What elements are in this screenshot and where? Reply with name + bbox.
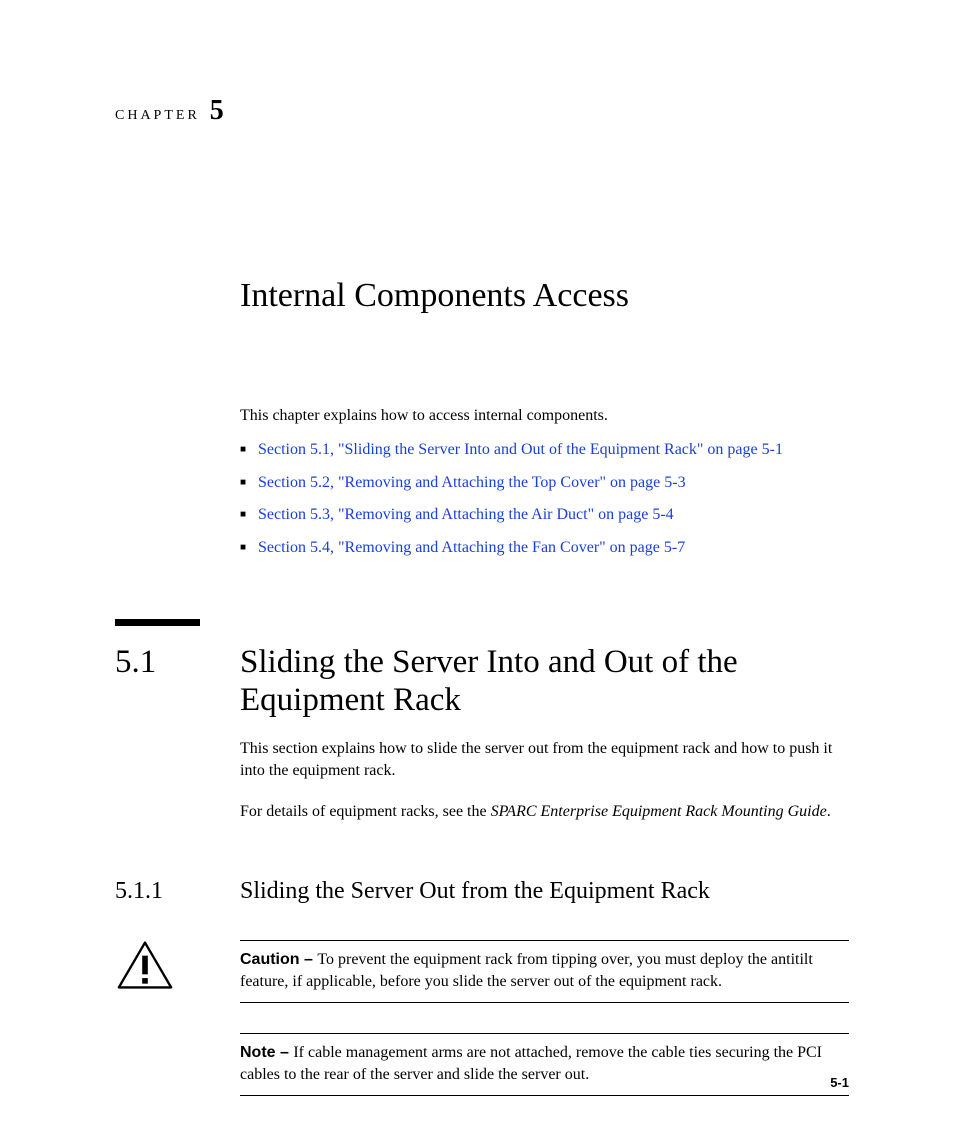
page-number: 5-1 bbox=[830, 1075, 849, 1090]
section-title: Sliding the Server Into and Out of the E… bbox=[240, 644, 849, 720]
chapter-heading-line: CHAPTER 5 bbox=[115, 95, 849, 127]
section-paragraph-2: For details of equipment racks, see the … bbox=[240, 801, 849, 823]
caution-row: Caution – To prevent the equipment rack … bbox=[115, 940, 849, 1003]
caution-label: Caution – bbox=[240, 951, 317, 968]
chapter-intro: This chapter explains how to access inte… bbox=[240, 405, 849, 427]
subsection-heading-row: 5.1.1 Sliding the Server Out from the Eq… bbox=[115, 878, 849, 905]
p2-italic: SPARC Enterprise Equipment Rack Mounting… bbox=[491, 803, 827, 820]
section-rule bbox=[115, 619, 200, 626]
p2-pre: For details of equipment racks, see the bbox=[240, 803, 491, 820]
note-box: Note – If cable management arms are not … bbox=[240, 1033, 849, 1096]
toc-item: Section 5.3, "Removing and Attaching the… bbox=[240, 504, 849, 526]
caution-icon-wrap bbox=[115, 940, 240, 990]
caution-box: Caution – To prevent the equipment rack … bbox=[240, 940, 849, 1003]
chapter-number: 5 bbox=[210, 95, 224, 127]
chapter-label: CHAPTER bbox=[115, 108, 200, 124]
subsection-number: 5.1.1 bbox=[115, 878, 240, 905]
page-container: CHAPTER 5 Internal Components Access Thi… bbox=[0, 0, 954, 1096]
toc-link-5-2[interactable]: Section 5.2, "Removing and Attaching the… bbox=[258, 474, 686, 491]
toc-item: Section 5.4, "Removing and Attaching the… bbox=[240, 537, 849, 559]
note-text: If cable management arms are not attache… bbox=[240, 1044, 822, 1083]
toc-link-5-3[interactable]: Section 5.3, "Removing and Attaching the… bbox=[258, 506, 674, 523]
caution-text: To prevent the equipment rack from tippi… bbox=[240, 951, 813, 990]
toc-link-5-1[interactable]: Section 5.1, "Sliding the Server Into an… bbox=[258, 441, 783, 458]
section-number: 5.1 bbox=[115, 644, 240, 682]
toc-item: Section 5.1, "Sliding the Server Into an… bbox=[240, 439, 849, 461]
toc-item: Section 5.2, "Removing and Attaching the… bbox=[240, 472, 849, 494]
section-heading-row: 5.1 Sliding the Server Into and Out of t… bbox=[115, 644, 849, 720]
section-paragraph-1: This section explains how to slide the s… bbox=[240, 738, 849, 783]
toc-list: Section 5.1, "Sliding the Server Into an… bbox=[240, 439, 849, 559]
note-label: Note – bbox=[240, 1044, 293, 1061]
p2-post: . bbox=[827, 803, 831, 820]
chapter-title: Internal Components Access bbox=[240, 277, 849, 315]
toc-link-5-4[interactable]: Section 5.4, "Removing and Attaching the… bbox=[258, 539, 685, 556]
caution-triangle-icon bbox=[117, 940, 173, 990]
subsection-title: Sliding the Server Out from the Equipmen… bbox=[240, 878, 710, 905]
section-5-1: 5.1 Sliding the Server Into and Out of t… bbox=[115, 619, 849, 823]
